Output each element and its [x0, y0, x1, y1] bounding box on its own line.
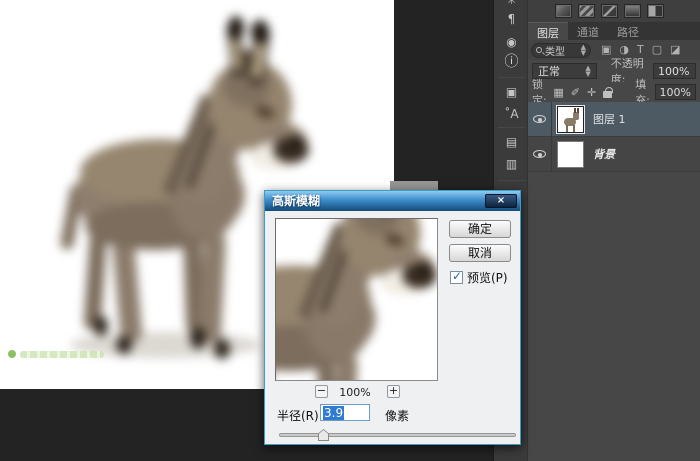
layer-name[interactable]: 图层 1 [593, 111, 626, 127]
radius-unit-label: 像素 [385, 407, 409, 424]
filter-shape-layers-icon[interactable]: ▢ [652, 43, 662, 57]
layer-row-background[interactable]: 背景 [528, 137, 700, 172]
layer-thumbnail[interactable] [557, 141, 584, 168]
chevron-updown-icon: ▲▼ [585, 65, 590, 77]
lock-icon-group: ▦ ✐ ✛ [553, 86, 612, 99]
cancel-button[interactable]: 取消 [449, 244, 511, 262]
preview-checkbox[interactable]: ✓ [450, 271, 463, 284]
preset-thumbnail-icon[interactable] [578, 4, 595, 18]
chevron-updown-icon: ▲▼ [581, 44, 586, 56]
dock-divider [498, 77, 525, 78]
filter-smart-objects-icon[interactable]: ◪ [670, 43, 680, 57]
visibility-toggle[interactable] [528, 102, 552, 137]
preview-checkbox-row: ✓ 预览(P) [450, 269, 508, 286]
radius-value: 3.9 [323, 406, 344, 420]
preset-toolbar [528, 0, 700, 22]
eye-icon [533, 115, 546, 123]
lock-pixels-icon[interactable]: ✐ [571, 86, 580, 99]
watermark [8, 350, 104, 358]
clone-source-panel-icon[interactable]: ▣ [494, 85, 529, 99]
preset-thumbnail-icon[interactable] [555, 4, 572, 18]
info-panel-icon[interactable]: ⓘ [494, 55, 529, 69]
character-styles-panel-icon[interactable]: ◉ [494, 35, 529, 49]
notes-panel-icon[interactable]: ▥ [494, 157, 529, 171]
layer-list: 图层 1 背景 [528, 102, 700, 172]
tab-layers[interactable]: 图层 [528, 22, 568, 40]
radius-slider[interactable] [279, 433, 516, 437]
lock-transparency-icon[interactable]: ▦ [553, 86, 563, 99]
checkmark-icon: ✓ [452, 269, 462, 283]
tab-paths[interactable]: 路径 [608, 22, 648, 40]
histogram-panel-icon[interactable]: ▤ [494, 135, 529, 149]
kind-filter-label: 类型 [545, 43, 565, 58]
radius-input[interactable]: 3.9 [320, 404, 370, 421]
lock-row: 锁定: ▦ ✐ ✛ 填充: 100% [528, 82, 700, 102]
fill-value[interactable]: 100% [655, 84, 696, 100]
layer-row-donkey[interactable]: 图层 1 [528, 102, 700, 137]
zoom-in-button[interactable]: + [387, 385, 400, 398]
lock-all-icon[interactable] [603, 91, 612, 98]
close-button[interactable]: × [485, 194, 517, 208]
eye-icon [533, 150, 546, 158]
layer-thumbnail[interactable] [557, 106, 584, 133]
radius-label: 半径(R): [277, 407, 323, 424]
preset-thumbnail-icon[interactable] [647, 4, 664, 18]
photoshop-ui: ✳ ¶ ◉ ⓘ ▣ ˚A ▤ ▥ 图层 通道 路径 类型 ▲▼ [0, 0, 700, 461]
panel-tabs: 图层 通道 路径 [528, 22, 700, 40]
gaussian-blur-dialog: 高斯模糊 × [264, 190, 521, 445]
watermark-text [20, 351, 104, 358]
preset-thumbnail-icon[interactable] [601, 4, 618, 18]
tab-channels[interactable]: 通道 [568, 22, 608, 40]
layers-panel: 图层 通道 路径 类型 ▲▼ ▣ ◑ T ▢ ◪ 正常 ▲▼ 不透明度: [528, 0, 700, 461]
ok-button[interactable]: 确定 [449, 220, 511, 238]
dialog-title: 高斯模糊 [272, 192, 320, 209]
slider-handle[interactable] [318, 429, 329, 441]
kind-filter-dropdown[interactable]: 类型 ▲▼ [531, 43, 591, 58]
preset-thumbnail-icon[interactable] [624, 4, 641, 18]
zoom-out-button[interactable]: − [315, 385, 328, 398]
dock-divider [498, 127, 525, 128]
brush-presets-panel-icon[interactable]: ✳ [494, 0, 529, 7]
search-icon [536, 47, 542, 53]
zoom-level: 100% [331, 386, 379, 399]
dock-divider [498, 180, 525, 181]
preview-checkbox-label: 预览(P) [467, 269, 508, 286]
paragraph-panel-icon[interactable]: ¶ [494, 12, 529, 26]
blurred-donkey-image [275, 218, 438, 381]
dialog-titlebar[interactable]: 高斯模糊 × [265, 191, 520, 211]
lock-position-icon[interactable]: ✛ [587, 86, 596, 99]
layer-name[interactable]: 背景 [593, 146, 615, 162]
blur-preview-image[interactable] [275, 218, 438, 381]
watermark-dot-icon [8, 350, 16, 358]
blend-mode-row: 正常 ▲▼ 不透明度: 100% [528, 60, 700, 82]
opacity-value[interactable]: 100% [653, 63, 696, 79]
visibility-toggle[interactable] [528, 137, 552, 172]
glyphs-panel-icon[interactable]: ˚A [494, 107, 529, 121]
